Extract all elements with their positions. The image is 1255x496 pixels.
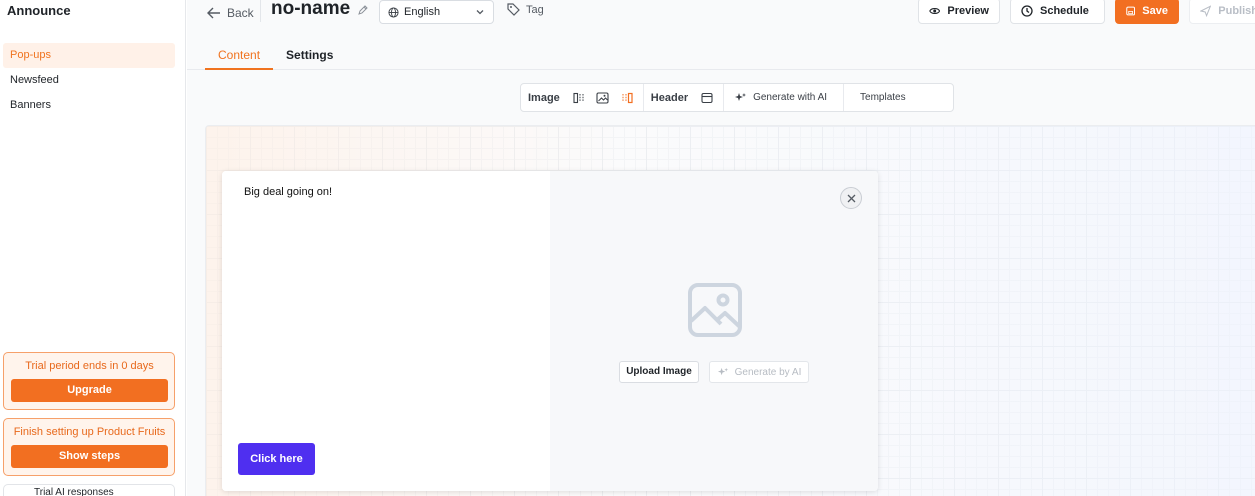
tag-button[interactable]: Tag: [507, 3, 544, 16]
tab-settings[interactable]: Settings: [273, 42, 346, 70]
header-label: Header: [650, 91, 689, 104]
sparkle-icon: [735, 92, 747, 101]
preview-label: Preview: [947, 5, 989, 17]
sidebar: Announce Pop-ups Newsfeed Banners Trial …: [0, 0, 186, 496]
save-button[interactable]: Save: [1115, 0, 1179, 24]
header-layout-icon[interactable]: [698, 89, 716, 107]
trial-text: Trial period ends in 0 days: [25, 360, 154, 372]
trial-card: Trial period ends in 0 days Upgrade: [3, 352, 175, 410]
tab-bar: Content Settings: [205, 42, 346, 70]
save-label: Save: [1142, 5, 1168, 17]
image-placeholder-icon: [688, 283, 742, 337]
popup-image-pane: Upload Image Generate by AI: [550, 171, 878, 491]
generate-by-ai-button[interactable]: Generate by AI: [709, 361, 809, 383]
back-button[interactable]: Back: [207, 4, 254, 22]
schedule-label: Schedule: [1040, 5, 1089, 17]
schedule-button[interactable]: Schedule: [1010, 0, 1105, 24]
layout-image-right-icon[interactable]: [618, 89, 636, 107]
floppy-icon: [1126, 6, 1136, 16]
popup-body-text[interactable]: Big deal going on!: [244, 186, 332, 198]
close-button[interactable]: [840, 187, 862, 209]
upload-image-button[interactable]: Upload Image: [619, 361, 699, 383]
preview-button[interactable]: Preview: [918, 0, 1000, 24]
sidebar-item-newsfeed[interactable]: Newsfeed: [3, 68, 175, 93]
chevron-down-icon: [476, 10, 484, 15]
generate-ai-label: Generate with AI: [753, 92, 828, 103]
tag-icon: [507, 3, 520, 16]
setup-card: Finish setting up Product Fruits Show st…: [3, 418, 175, 476]
globe-icon: [388, 6, 399, 18]
clock-icon: [1021, 5, 1033, 17]
back-label: Back: [227, 6, 254, 20]
tab-content[interactable]: Content: [205, 42, 274, 70]
templates-label: Templates: [860, 92, 906, 103]
editor-toolbar: Image Header Generate with AI Templates: [520, 83, 954, 112]
publish-label: Publish: [1218, 5, 1255, 17]
templates-button[interactable]: Templates: [844, 84, 922, 111]
header-divider: [260, 0, 261, 22]
document-name[interactable]: no-name: [271, 0, 350, 20]
header-group: Header: [644, 84, 725, 111]
layout-image-bg-icon[interactable]: [594, 89, 612, 107]
close-icon: [847, 194, 855, 202]
layout-image-left-icon[interactable]: [570, 89, 588, 107]
app-title: Announce: [7, 3, 71, 18]
sidebar-item-popups[interactable]: Pop-ups: [3, 43, 175, 68]
popup-preview: Big deal going on! Click here Upload Ima…: [222, 171, 878, 491]
sidebar-nav: Pop-ups Newsfeed Banners: [3, 43, 175, 118]
tag-label: Tag: [526, 3, 544, 16]
generate-by-ai-label: Generate by AI: [734, 366, 802, 378]
image-layout-group: Image: [521, 84, 644, 111]
sidebar-item-banners[interactable]: Banners: [3, 93, 175, 118]
ai-responses-text: Trial AI responses: [34, 487, 114, 496]
send-icon: [1200, 5, 1212, 17]
cta-button[interactable]: Click here: [238, 443, 315, 475]
arrow-left-icon: [207, 7, 220, 19]
show-steps-button[interactable]: Show steps: [11, 445, 168, 468]
generate-ai-button[interactable]: Generate with AI: [724, 84, 845, 111]
popup-content-pane: Big deal going on! Click here: [222, 171, 550, 491]
setup-text: Finish setting up Product Fruits: [13, 426, 166, 438]
top-bar: Back no-name English Tag Preview Schedul…: [187, 0, 1255, 70]
sparkle-icon: [717, 367, 728, 375]
image-label: Image: [528, 91, 560, 104]
eye-icon: [929, 8, 941, 14]
publish-button[interactable]: Publish: [1189, 0, 1255, 24]
edit-icon[interactable]: [357, 4, 369, 16]
language-value: English: [404, 6, 441, 18]
language-select[interactable]: English: [379, 0, 494, 24]
ai-responses-card: Trial AI responses: [3, 484, 175, 496]
upgrade-button[interactable]: Upgrade: [11, 379, 168, 402]
